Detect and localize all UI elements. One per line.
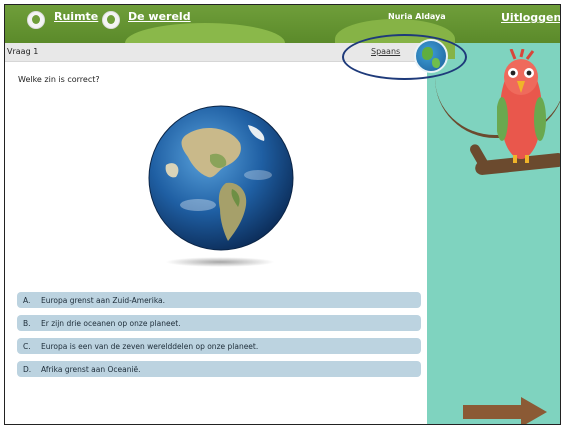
answer-letter: B. — [23, 319, 31, 328]
nav-link-space[interactable]: Ruimte — [54, 10, 98, 23]
answer-option-a[interactable]: A. Europa grenst aan Zuid-Amerika. — [17, 292, 421, 308]
answer-text: Er zijn drie oceanen op onze planeet. — [41, 319, 181, 328]
parrot-mascot — [497, 49, 546, 163]
user-name: Nuria Aldaya — [388, 12, 446, 21]
answer-letter: A. — [23, 296, 31, 305]
question-panel: Vraag 1 Spaans Welke zin is correct? A. … — [5, 43, 427, 424]
top-bar: Ruimte De wereld Nuria Aldaya Uitloggen — [5, 5, 560, 63]
answer-option-b[interactable]: B. Er zijn drie oceanen op onze planeet. — [17, 315, 421, 331]
nav-link-world[interactable]: De wereld — [128, 10, 191, 23]
app-frame: Ruimte De wereld Nuria Aldaya Uitloggen … — [4, 4, 561, 425]
logout-link[interactable]: Uitloggen — [501, 11, 560, 24]
globe-icon[interactable] — [27, 11, 45, 29]
globe-shadow — [165, 257, 275, 267]
question-prompt: Welke zin is correct? — [18, 75, 100, 84]
answer-option-d[interactable]: D. Afrika grenst aan Oceanië. — [17, 361, 421, 377]
answer-option-c[interactable]: C. Europa is een van de zeven werelddele… — [17, 338, 421, 354]
question-number: Vraag 1 — [7, 47, 39, 56]
answer-letter: D. — [23, 365, 32, 374]
highlight-oval — [342, 34, 467, 80]
arrow-right-icon[interactable] — [463, 397, 549, 425]
answer-text: Afrika grenst aan Oceanië. — [41, 365, 141, 374]
answer-text: Europa grenst aan Zuid-Amerika. — [41, 296, 166, 305]
answer-text: Europa is een van de zeven werelddelen o… — [41, 342, 259, 351]
answer-letter: C. — [23, 342, 31, 351]
globe-icon[interactable] — [102, 11, 120, 29]
earth-image — [148, 105, 294, 251]
